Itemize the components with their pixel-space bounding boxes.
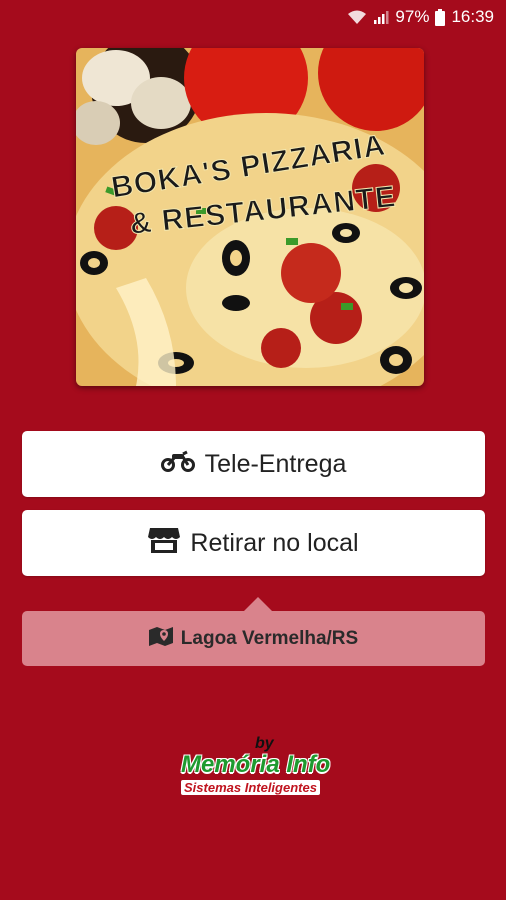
pickup-label: Retirar no local bbox=[190, 528, 359, 557]
delivery-button[interactable]: Tele-Entrega bbox=[22, 431, 485, 497]
motorcycle-icon bbox=[160, 450, 195, 479]
battery-icon bbox=[435, 8, 446, 26]
delivery-label: Tele-Entrega bbox=[204, 449, 347, 478]
signal-icon bbox=[373, 9, 389, 25]
map-marker-icon bbox=[148, 626, 173, 652]
status-bar: 97% 16:39 bbox=[0, 0, 506, 36]
brand-name: Memória Info bbox=[181, 751, 331, 778]
restaurant-logo: BOKA'S PIZZARIA & RESTAURANTE bbox=[76, 48, 424, 386]
wifi-icon bbox=[347, 9, 367, 25]
location-label: Lagoa Vermelha/RS bbox=[180, 627, 359, 649]
location-pointer bbox=[244, 597, 272, 611]
developer-logo: by Memória Info Sistemas Inteligentes bbox=[177, 733, 347, 803]
brand-tagline: Sistemas Inteligentes bbox=[181, 780, 320, 795]
battery-percent: 97% bbox=[395, 7, 430, 26]
clock: 16:39 bbox=[451, 7, 494, 26]
store-icon bbox=[148, 526, 181, 561]
location-selector[interactable]: Lagoa Vermelha/RS bbox=[22, 611, 485, 666]
pickup-button[interactable]: Retirar no local bbox=[22, 510, 485, 576]
